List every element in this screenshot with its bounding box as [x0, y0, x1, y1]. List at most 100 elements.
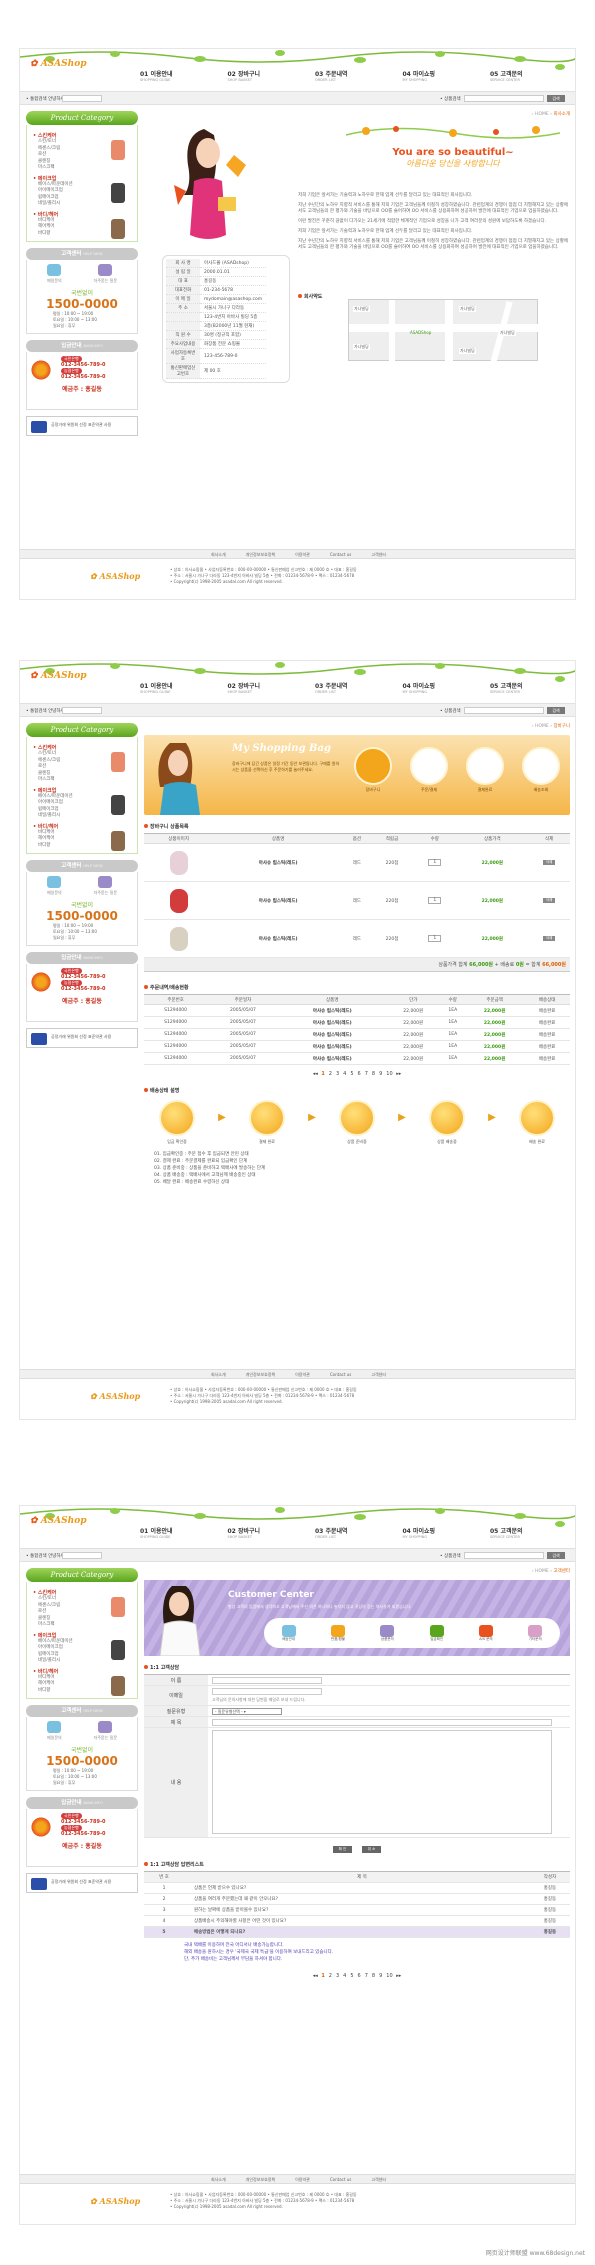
- category-group[interactable]: • 스킨케어: [33, 744, 131, 751]
- order-row[interactable]: S1294000 2005/05/07 아사슈 립스틱(레드) 22,000원 1EA 2…: [144, 1004, 570, 1017]
- faq-link[interactable]: 자주묻는 질문: [94, 264, 117, 284]
- category-item[interactable]: 마스크팩: [33, 777, 131, 784]
- footer-link[interactable]: 회사소개: [211, 552, 226, 557]
- nav-item-2[interactable]: 02 장바구니 SHOP BASKET: [228, 681, 308, 699]
- search-button[interactable]: 검색: [547, 95, 565, 102]
- list-item[interactable]: 1 상품은 언제 받으수 있나요? 홍길동: [144, 1883, 570, 1894]
- mail-inquiry-link[interactable]: 메일문의: [47, 876, 62, 896]
- fair-trade-badge[interactable]: 공정거래 위원회 선정 표준약관 사용: [26, 1028, 138, 1048]
- subject-field[interactable]: [212, 1719, 552, 1726]
- quantity-stepper[interactable]: 1: [428, 859, 442, 866]
- mail-inquiry-link[interactable]: 메일문의: [47, 1721, 62, 1741]
- footer-link[interactable]: 이용약관: [295, 552, 310, 557]
- footer-link[interactable]: 고객센터: [371, 1372, 386, 1377]
- delete-button[interactable]: 삭제: [542, 936, 556, 941]
- product-name[interactable]: 아사슈 립스틱(레드): [213, 843, 344, 882]
- list-item[interactable]: 4 상품배송시 주의해야할 사항은 어떤 것이 있나요? 홍길동: [144, 1916, 570, 1927]
- content-textarea[interactable]: [212, 1730, 552, 1834]
- page-link[interactable]: 10: [386, 1973, 392, 1979]
- page-link[interactable]: 1: [321, 1071, 324, 1077]
- product-image[interactable]: [169, 888, 188, 913]
- page-link[interactable]: 6: [358, 1071, 361, 1077]
- fair-trade-badge[interactable]: 공정거래 위원회 선정 표준약관 사용: [26, 416, 138, 436]
- prev-page-icon[interactable]: ◂◂: [313, 1071, 320, 1077]
- nav-item-1[interactable]: 01 이용안내 SHOPPING GUIDE: [140, 69, 220, 87]
- nav-item-3[interactable]: 03 주문내역 ORDER LIST: [315, 69, 395, 87]
- list-item[interactable]: 2 상품을 여러개 주문했는데 왜 같이 안오나요? 홍길동: [144, 1894, 570, 1905]
- nav-item-5[interactable]: 05 고객문의 SERVICE CENTER: [490, 1526, 570, 1544]
- faq-link[interactable]: 자주묻는 질문: [94, 876, 117, 896]
- page-link[interactable]: 9: [379, 1071, 382, 1077]
- nav-item-3[interactable]: 03 주문내역 ORDER LIST: [315, 681, 395, 699]
- page-link[interactable]: 7: [365, 1071, 368, 1077]
- quantity-stepper[interactable]: 1: [428, 897, 442, 904]
- integrated-search-input[interactable]: [62, 95, 102, 102]
- email-field[interactable]: [212, 1688, 322, 1695]
- logo[interactable]: ✿ ASAShop: [30, 59, 87, 69]
- footer-link[interactable]: 이용약관: [295, 2177, 310, 2182]
- page-link[interactable]: 8: [372, 1973, 375, 1979]
- footer-link[interactable]: 개인정보보호정책: [246, 2177, 275, 2182]
- page-link[interactable]: 3: [336, 1973, 339, 1979]
- cs-shortcut[interactable]: 입금확인: [429, 1624, 444, 1642]
- cancel-button[interactable]: 취 소: [361, 1846, 382, 1853]
- integrated-search-input[interactable]: [62, 707, 102, 714]
- order-row[interactable]: S1294000 2005/05/07 아사슈 립스틱(레드) 22,000원 1EA 2…: [144, 1052, 570, 1065]
- nav-item-4[interactable]: 04 마이쇼핑 MY SHOPPING: [403, 69, 483, 87]
- footer-link[interactable]: Contact us: [330, 2177, 351, 2182]
- fair-trade-badge[interactable]: 공정거래 위원회 선정 표준약관 사용: [26, 1873, 138, 1893]
- page-link[interactable]: 7: [365, 1973, 368, 1979]
- order-row[interactable]: S1294000 2005/05/07 아사슈 립스틱(레드) 22,000원 1EA 2…: [144, 1040, 570, 1053]
- search-button[interactable]: 검색: [547, 707, 565, 714]
- cs-shortcut[interactable]: A/S 문의: [478, 1624, 493, 1642]
- footer-link[interactable]: Contact us: [330, 552, 351, 557]
- map[interactable]: 가나빌딩 가나빌딩 ASADShop 가나빌딩 가나빌딩 가나빌딩: [348, 299, 539, 363]
- integrated-search-input[interactable]: [62, 1552, 102, 1559]
- list-item[interactable]: 5 배송방법은 어떻게 되나요? 홍길동: [144, 1927, 570, 1938]
- nav-item-2[interactable]: 02 장바구니 SHOP BASKET: [228, 1526, 308, 1544]
- page-link[interactable]: 4: [343, 1071, 346, 1077]
- page-link[interactable]: 5: [350, 1071, 353, 1077]
- delete-button[interactable]: 삭제: [542, 860, 556, 865]
- list-item[interactable]: 3 원하는 날짜에 상품을 받아볼수 있나요? 홍길동: [144, 1905, 570, 1916]
- faq-link[interactable]: 자주묻는 질문: [94, 1721, 117, 1741]
- category-item[interactable]: 마스크팩: [33, 165, 131, 172]
- footer-link[interactable]: 개인정보보호정책: [246, 552, 275, 557]
- nav-item-2[interactable]: 02 장바구니 SHOP BASKET: [228, 69, 308, 87]
- next-page-icon[interactable]: ▸▸: [395, 1973, 401, 1979]
- next-page-icon[interactable]: ▸▸: [395, 1071, 401, 1077]
- category-group[interactable]: • 바디/헤어: [33, 1668, 131, 1675]
- product-image[interactable]: [169, 926, 188, 951]
- page-link[interactable]: 1: [321, 1973, 324, 1979]
- footer-link[interactable]: Contact us: [330, 1372, 351, 1377]
- quantity-stepper[interactable]: 1: [428, 935, 442, 942]
- category-group[interactable]: • 바디/헤어: [33, 211, 131, 218]
- name-field[interactable]: [212, 1677, 322, 1684]
- product-search-input[interactable]: [464, 95, 544, 102]
- category-group[interactable]: • 메이크업: [33, 175, 131, 182]
- mail-inquiry-link[interactable]: 메일문의: [47, 264, 62, 284]
- page-link[interactable]: 2: [329, 1973, 332, 1979]
- page-link[interactable]: 10: [386, 1071, 392, 1077]
- question-type-select[interactable]: - 질문유형선택 - ▾: [212, 1708, 282, 1715]
- order-row[interactable]: S1294000 2005/05/07 아사슈 립스틱(레드) 22,000원 1EA 2…: [144, 1016, 570, 1029]
- page-link[interactable]: 5: [350, 1973, 353, 1979]
- product-name[interactable]: 아사슈 립스틱(레드): [213, 881, 344, 920]
- cs-shortcut[interactable]: 반품/환불: [331, 1624, 345, 1642]
- nav-item-5[interactable]: 05 고객문의 SERVICE CENTER: [490, 681, 570, 699]
- category-group[interactable]: • 바디/헤어: [33, 823, 131, 830]
- category-group[interactable]: • 메이크업: [33, 787, 131, 794]
- logo[interactable]: ✿ ASAShop: [30, 1516, 87, 1526]
- page-link[interactable]: 8: [372, 1071, 375, 1077]
- footer-link[interactable]: 고객센터: [371, 2177, 386, 2182]
- footer-link[interactable]: 개인정보보호정책: [246, 1372, 275, 1377]
- page-link[interactable]: 3: [336, 1071, 339, 1077]
- product-name[interactable]: 아사슈 립스틱(레드): [213, 919, 344, 958]
- confirm-button[interactable]: 확 인: [332, 1846, 353, 1853]
- cs-shortcut[interactable]: 배송안내: [281, 1624, 296, 1642]
- logo[interactable]: ✿ ASAShop: [30, 671, 87, 681]
- product-image[interactable]: [169, 850, 188, 875]
- page-link[interactable]: 6: [358, 1973, 361, 1979]
- nav-item-4[interactable]: 04 마이쇼핑 MY SHOPPING: [403, 681, 483, 699]
- footer-link[interactable]: 고객센터: [371, 552, 386, 557]
